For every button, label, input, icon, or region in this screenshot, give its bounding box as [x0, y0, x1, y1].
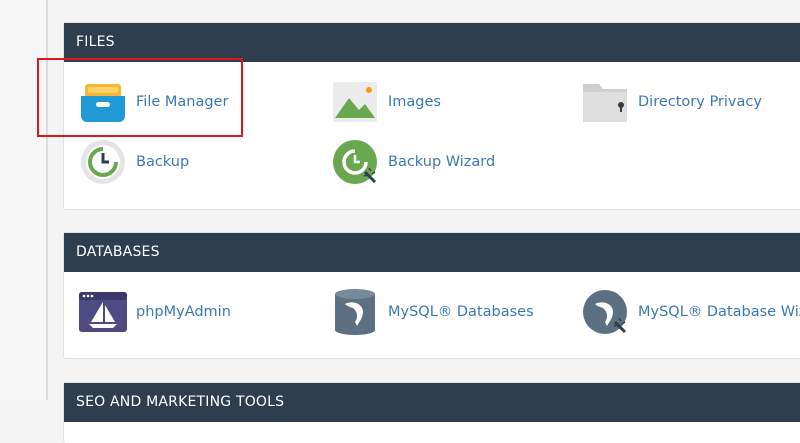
files-panel-header: FILES — [64, 23, 800, 62]
backup-wizard-link[interactable]: Backup Wizard — [331, 137, 495, 187]
backup-wizard-icon — [333, 140, 377, 184]
mysql-database-wizard-label: MySQL® Database Wizard — [638, 304, 800, 320]
file-manager-link[interactable]: File Manager — [79, 77, 228, 127]
backup-label: Backup — [136, 154, 190, 170]
mysql-databases-label: MySQL® Databases — [388, 304, 534, 320]
dolphin-database-icon — [335, 289, 375, 335]
directory-privacy-link[interactable]: Directory Privacy — [581, 77, 762, 127]
landscape-image-icon — [333, 82, 377, 122]
phpmyadmin-link[interactable]: phpMyAdmin — [79, 287, 231, 337]
backup-link[interactable]: Backup — [79, 137, 189, 187]
file-drawer-icon — [81, 84, 125, 122]
mysql-database-wizard-link[interactable]: MySQL® Database Wizard — [581, 287, 800, 337]
directory-privacy-label: Directory Privacy — [638, 94, 762, 110]
dolphin-wizard-icon — [583, 290, 627, 334]
images-label: Images — [388, 94, 441, 110]
databases-panel-header: DATABASES — [64, 233, 800, 272]
sailboat-window-icon — [79, 292, 127, 332]
file-manager-label: File Manager — [136, 94, 229, 110]
images-link[interactable]: Images — [331, 77, 441, 127]
seo-marketing-panel-header: SEO AND MARKETING TOOLS — [64, 383, 800, 422]
backup-wizard-label: Backup Wizard — [388, 154, 496, 170]
seo-marketing-panel: SEO AND MARKETING TOOLS — [63, 382, 800, 443]
mysql-databases-link[interactable]: MySQL® Databases — [331, 287, 534, 337]
locked-folder-icon — [583, 84, 627, 122]
left-sidebar-rail — [0, 0, 48, 400]
phpmyadmin-label: phpMyAdmin — [136, 304, 231, 320]
backup-clock-icon — [81, 140, 125, 184]
